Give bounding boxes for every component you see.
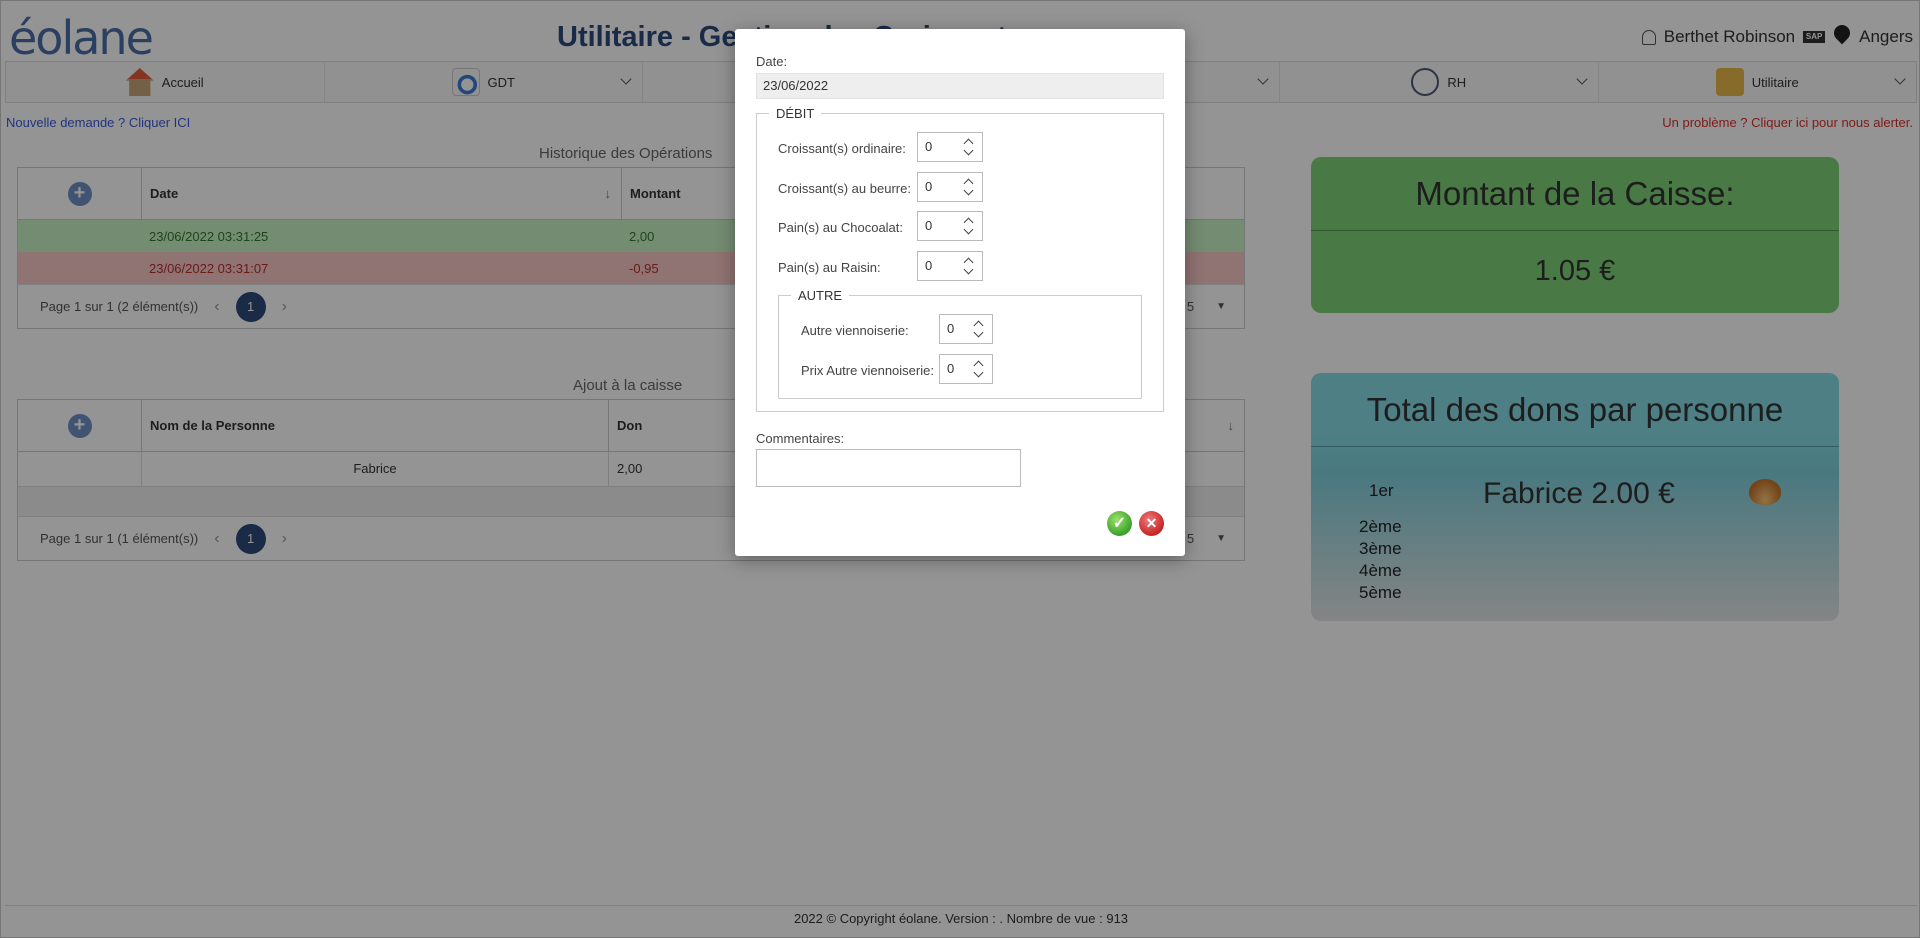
confirm-button[interactable]: ✓ — [1107, 511, 1132, 536]
comment-label: Commentaires: — [756, 431, 845, 446]
chevron-down-icon[interactable] — [963, 224, 974, 235]
field-row: Prix Autre viennoiserie: — [801, 363, 934, 378]
date-label: Date: — [756, 54, 788, 69]
field-row: Croissant(s) au beurre: — [778, 181, 911, 196]
stepper-value: 0 — [925, 258, 933, 273]
chevron-down-icon[interactable] — [963, 145, 974, 156]
stepper-value: 0 — [947, 361, 955, 376]
field-label: Croissant(s) au beurre: — [778, 181, 911, 196]
close-icon: ✕ — [1145, 515, 1158, 531]
field-label: Pain(s) au Chocoalat: — [778, 220, 904, 235]
stepper-arrows[interactable] — [963, 256, 974, 276]
date-field[interactable]: 23/06/2022 — [756, 73, 1164, 99]
field-label: Croissant(s) ordinaire: — [778, 141, 906, 156]
stepper-arrows[interactable] — [963, 216, 974, 236]
chevron-down-icon[interactable] — [973, 367, 984, 378]
croissant-ordinaire-stepper[interactable]: 0 — [917, 132, 983, 162]
chevron-down-icon[interactable] — [963, 185, 974, 196]
field-row: Pain(s) au Raisin: — [778, 260, 881, 275]
check-icon: ✓ — [1112, 515, 1127, 532]
autre-viennoiserie-stepper[interactable]: 0 — [939, 314, 993, 344]
prix-autre-viennoiserie-stepper[interactable]: 0 — [939, 354, 993, 384]
cancel-button[interactable]: ✕ — [1139, 511, 1164, 536]
stepper-value: 0 — [925, 179, 933, 194]
stepper-value: 0 — [947, 321, 955, 336]
chevron-down-icon[interactable] — [963, 264, 974, 275]
field-label: Autre viennoiserie: — [801, 323, 909, 338]
stepper-value: 0 — [925, 218, 933, 233]
field-row: Autre viennoiserie: — [801, 323, 909, 338]
stepper-arrows[interactable] — [973, 319, 984, 339]
pain-raisin-stepper[interactable]: 0 — [917, 251, 983, 281]
autre-legend: AUTRE — [798, 288, 843, 303]
debit-modal: Date: 23/06/2022 DÉBIT Croissant(s) ordi… — [735, 29, 1185, 556]
debit-legend: DÉBIT — [776, 106, 815, 121]
chevron-down-icon[interactable] — [973, 327, 984, 338]
stepper-arrows[interactable] — [973, 359, 984, 379]
pain-chocolat-stepper[interactable]: 0 — [917, 211, 983, 241]
field-row: Croissant(s) ordinaire: — [778, 141, 906, 156]
stepper-arrows[interactable] — [963, 137, 974, 157]
comment-input[interactable] — [756, 449, 1021, 487]
field-row: Pain(s) au Chocoalat: — [778, 220, 903, 235]
field-label: Pain(s) au Raisin: — [778, 260, 881, 275]
stepper-value: 0 — [925, 139, 933, 154]
stepper-arrows[interactable] — [963, 177, 974, 197]
croissant-beurre-stepper[interactable]: 0 — [917, 172, 983, 202]
field-label: Prix Autre viennoiserie: — [801, 363, 934, 378]
